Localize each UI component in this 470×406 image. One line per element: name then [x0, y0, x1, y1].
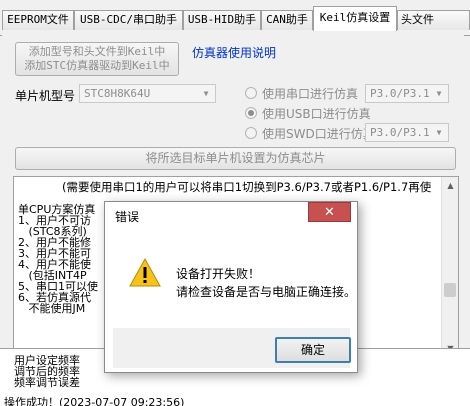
- mcu-model-label: 单片机型号: [15, 89, 76, 103]
- notes-scrollbar[interactable]: ▲ ▼: [441, 177, 458, 357]
- warning-icon: [129, 258, 161, 287]
- notes-line: 不能使用JM: [18, 302, 86, 315]
- radio-swd-label: 使用SWD口进行仿真: [262, 127, 375, 141]
- radio-usb-label: 使用USB口进行仿真: [262, 107, 371, 121]
- radio-swd[interactable]: [245, 127, 257, 139]
- swd-port-value: P3.0/P3.1: [370, 126, 430, 139]
- radio-usb[interactable]: [245, 107, 257, 119]
- scroll-up-icon[interactable]: ▲: [442, 177, 458, 194]
- swd-port-select[interactable]: P3.0/P3.1 ▼: [365, 123, 449, 142]
- dialog-body: 设备打开失败！ 请检查设备是否与电脑正确连接。: [113, 230, 356, 328]
- add-to-keil-label-1: 添加型号和头文件到Keil中: [28, 45, 166, 58]
- add-to-keil-label-2: 添加STC仿真器驱动到Keil中: [24, 59, 170, 72]
- error-dialog: 错误 ✕ 设备打开失败！ 请检查设备是否与电脑正确连接。 确定: [104, 201, 358, 373]
- emulator-help-link[interactable]: 仿真器使用说明: [192, 44, 276, 61]
- dialog-titlebar: 错误 ✕: [105, 202, 357, 229]
- tab-can[interactable]: CAN助手: [261, 10, 313, 30]
- tab-header-file[interactable]: 头文件: [397, 10, 470, 30]
- chevron-down-icon: ▼: [436, 89, 442, 98]
- radio-serial-label: 使用串口进行仿真: [262, 87, 359, 101]
- dialog-message-2: 请检查设备是否与电脑正确连接。: [176, 285, 357, 299]
- radio-serial[interactable]: [245, 87, 257, 99]
- dialog-message-1: 设备打开失败！: [176, 267, 261, 281]
- log-line: 频率调节误差: [14, 376, 80, 389]
- log-line: 操作成功！(2023-07-07 09:23:56): [4, 396, 185, 406]
- chevron-down-icon: ▼: [203, 89, 209, 98]
- tab-usb-cdc[interactable]: USB-CDC/串口助手: [74, 10, 183, 30]
- tab-strip: EEPROM文件 USB-CDC/串口助手 USB-HID助手 CAN助手 Ke…: [0, 6, 470, 36]
- chevron-down-icon: ▼: [436, 128, 442, 137]
- serial-port-select[interactable]: P3.0/P3.1 ▼: [365, 84, 449, 103]
- dialog-title: 错误: [115, 210, 140, 224]
- notes-line: (需要使用串口1的用户可以将串口1切换到P3.6/P3.7或者P1.6/P1.7…: [62, 180, 432, 194]
- mcu-model-select[interactable]: STC8H8K64U ▼: [79, 84, 216, 103]
- tab-eeprom[interactable]: EEPROM文件: [2, 10, 74, 30]
- mcu-model-value: STC8H8K64U: [84, 87, 151, 100]
- set-emulator-chip-button[interactable]: 将所选目标单片机设置为仿真芯片: [15, 147, 456, 170]
- close-icon[interactable]: ✕: [308, 202, 351, 222]
- tab-keil-settings[interactable]: Keil仿真设置: [313, 6, 397, 31]
- add-to-keil-button[interactable]: 添加型号和头文件到Keil中 添加STC仿真器驱动到Keil中: [15, 42, 179, 76]
- tab-usb-hid[interactable]: USB-HID助手: [183, 10, 261, 30]
- scrollbar-thumb[interactable]: [444, 283, 456, 297]
- ok-button[interactable]: 确定: [275, 337, 351, 363]
- serial-port-value: P3.0/P3.1: [370, 87, 430, 100]
